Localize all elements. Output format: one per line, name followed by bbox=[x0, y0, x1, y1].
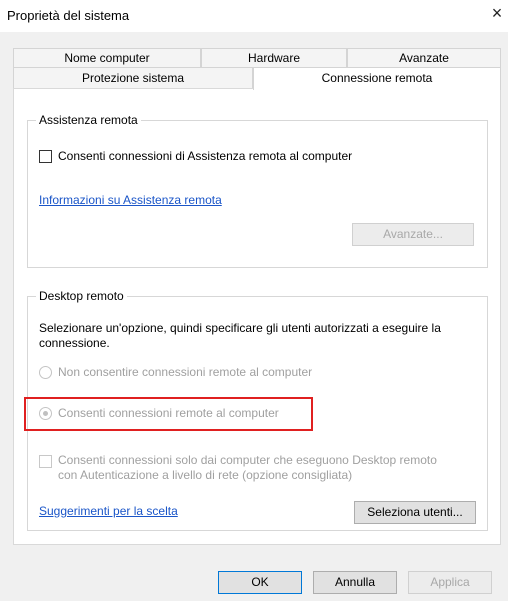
tab-row-front: Protezione sistema Connessione remota bbox=[13, 67, 501, 90]
tab-label: Avanzate bbox=[399, 51, 449, 65]
close-icon[interactable]: × bbox=[488, 3, 506, 23]
radio-selected-dot bbox=[43, 411, 48, 416]
tab-label: Protezione sistema bbox=[81, 71, 185, 85]
radio-consenti[interactable] bbox=[39, 407, 52, 420]
tab-row-back: Nome computer Hardware Avanzate bbox=[13, 48, 501, 67]
group-legend: Desktop remoto bbox=[36, 289, 127, 303]
tab-avanzate[interactable]: Avanzate bbox=[347, 48, 501, 67]
tab-connessione-remota[interactable]: Connessione remota bbox=[253, 67, 501, 90]
radio-non-consentire-label: Non consentire connessioni remote al com… bbox=[58, 365, 313, 379]
annulla-button[interactable]: Annulla bbox=[313, 571, 397, 594]
avanzate-button[interactable]: Avanzate... bbox=[352, 223, 474, 246]
tab-label: Connessione remota bbox=[321, 71, 433, 85]
tab-protezione-sistema[interactable]: Protezione sistema bbox=[13, 67, 253, 89]
window-title: Proprietà del sistema bbox=[7, 8, 130, 23]
nla-checkbox[interactable] bbox=[39, 455, 52, 468]
group-legend: Assistenza remota bbox=[36, 113, 141, 127]
applica-button[interactable]: Applica bbox=[408, 571, 492, 594]
tab-hardware[interactable]: Hardware bbox=[201, 48, 347, 67]
radio-non-consentire[interactable] bbox=[39, 366, 52, 379]
assistenza-checkbox-label: Consenti connessioni di Assistenza remot… bbox=[58, 149, 353, 163]
ok-button[interactable]: OK bbox=[218, 571, 302, 594]
nla-checkbox-label: Consenti connessioni solo dai computer c… bbox=[58, 453, 437, 482]
tab-panel: Assistenza remota Consenti connessioni d… bbox=[13, 88, 501, 545]
assistenza-checkbox[interactable] bbox=[39, 150, 52, 163]
suggerimenti-link[interactable]: Suggerimenti per la scelta bbox=[39, 504, 178, 518]
group-assistenza-remota: Assistenza remota Consenti connessioni d… bbox=[27, 113, 488, 268]
tab-nome-computer[interactable]: Nome computer bbox=[13, 48, 201, 67]
seleziona-utenti-button[interactable]: Seleziona utenti... bbox=[354, 501, 476, 524]
tab-label: Nome computer bbox=[64, 51, 150, 65]
info-assistenza-link[interactable]: Informazioni su Assistenza remota bbox=[39, 193, 222, 207]
group-desktop-remoto: Desktop remoto Selezionare un'opzione, q… bbox=[24, 289, 488, 531]
desktop-description: Selezionare un'opzione, quindi specifica… bbox=[39, 321, 441, 350]
tab-label: Hardware bbox=[247, 51, 301, 65]
radio-consenti-label: Consenti connessioni remote al computer bbox=[58, 406, 279, 420]
